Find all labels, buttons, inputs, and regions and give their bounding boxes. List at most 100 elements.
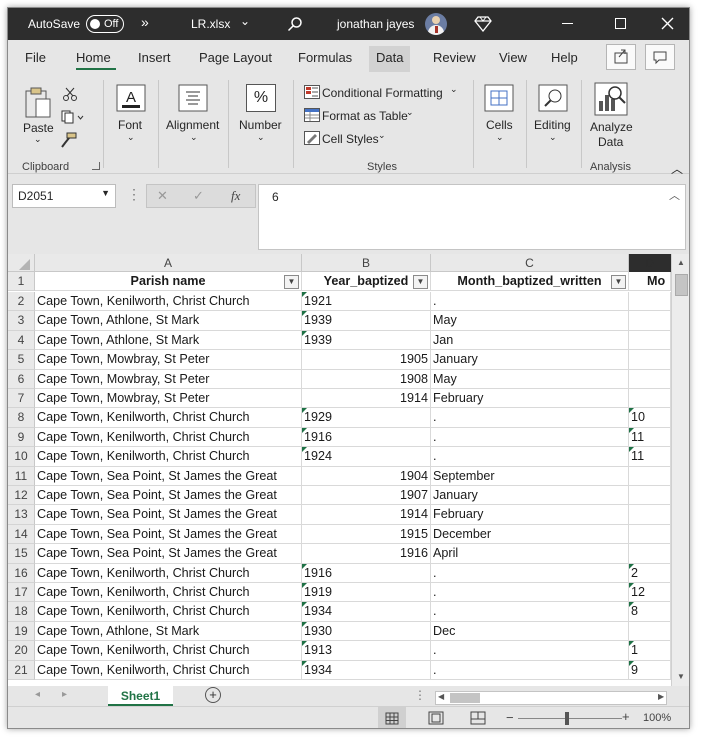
cells-button[interactable]: Cells bbox=[486, 118, 513, 132]
alignment-chevron-icon[interactable]: ⌄ bbox=[190, 132, 198, 143]
page-break-view-icon[interactable] bbox=[470, 711, 486, 725]
cell-b[interactable]: 1930 bbox=[302, 621, 431, 642]
header-cell-month[interactable]: Mo bbox=[629, 272, 671, 292]
cell-c[interactable]: . bbox=[431, 583, 629, 603]
cell-b[interactable]: 1915 bbox=[302, 524, 431, 545]
cell-c[interactable]: December bbox=[431, 524, 629, 545]
number-chevron-icon[interactable]: ⌄ bbox=[257, 132, 265, 143]
cut-icon[interactable] bbox=[63, 87, 77, 101]
row-header[interactable]: 7 bbox=[8, 389, 35, 409]
cell-c[interactable]: January bbox=[431, 486, 629, 506]
next-sheet-icon[interactable]: ▸ bbox=[62, 689, 67, 700]
cell-styles-button[interactable]: Cell Styles bbox=[322, 132, 379, 146]
cells-icon[interactable] bbox=[484, 84, 514, 112]
tab-data[interactable]: Data bbox=[369, 46, 411, 72]
zoom-out-button[interactable]: − bbox=[506, 710, 514, 725]
cell-b[interactable]: 1916 bbox=[302, 544, 431, 564]
qat-overflow-icon[interactable]: » bbox=[141, 14, 149, 30]
row-header[interactable]: 21 bbox=[8, 660, 35, 680]
cell-a[interactable]: Cape Town, Sea Point, St James the Great bbox=[35, 544, 302, 564]
tab-help[interactable]: Help bbox=[551, 50, 578, 65]
cell-c[interactable]: February bbox=[431, 505, 629, 525]
formula-input[interactable]: 6 ︿ bbox=[258, 184, 686, 250]
scroll-thumb[interactable] bbox=[675, 274, 688, 296]
row-header[interactable]: 1 bbox=[8, 272, 35, 292]
cell-d[interactable]: 2 bbox=[629, 563, 671, 583]
cell-b[interactable]: 1934 bbox=[302, 660, 431, 680]
more-sheets-icon[interactable]: ⋮ bbox=[414, 688, 426, 702]
cell-d[interactable] bbox=[629, 505, 671, 525]
cell-c[interactable]: April bbox=[431, 544, 629, 564]
cell-b[interactable]: 1921 bbox=[302, 292, 431, 312]
close-icon[interactable] bbox=[661, 17, 674, 30]
select-all-corner[interactable] bbox=[8, 254, 35, 272]
column-header-a[interactable]: A bbox=[35, 254, 302, 272]
row-header[interactable]: 15 bbox=[8, 544, 35, 564]
insert-function-icon[interactable]: fx bbox=[231, 188, 240, 204]
tab-page-layout[interactable]: Page Layout bbox=[199, 50, 272, 65]
tab-file[interactable]: File bbox=[25, 50, 46, 65]
filter-dropdown-icon[interactable]: ▼ bbox=[413, 275, 428, 289]
cell-c[interactable]: January bbox=[431, 350, 629, 370]
row-header[interactable]: 4 bbox=[8, 330, 35, 351]
cell-c[interactable]: Dec bbox=[431, 621, 629, 642]
cell-d[interactable] bbox=[629, 544, 671, 564]
fat-chevron-icon[interactable]: ⌄ bbox=[406, 107, 414, 118]
cell-d[interactable]: 9 bbox=[629, 660, 671, 680]
header-cell-parish[interactable]: Parish name ▼ bbox=[35, 272, 302, 292]
tab-view[interactable]: View bbox=[499, 50, 527, 65]
zoom-slider-thumb[interactable] bbox=[565, 712, 569, 725]
cell-a[interactable]: Cape Town, Athlone, St Mark bbox=[35, 621, 302, 642]
cell-c[interactable]: . bbox=[431, 641, 629, 661]
row-header[interactable]: 2 bbox=[8, 292, 35, 312]
cell-b[interactable]: 1929 bbox=[302, 408, 431, 428]
cell-d[interactable] bbox=[629, 389, 671, 409]
avatar[interactable] bbox=[425, 13, 447, 35]
column-header-d[interactable]: D bbox=[629, 254, 671, 272]
collapse-formula-icon[interactable]: ︿ bbox=[669, 187, 680, 203]
cancel-icon[interactable]: ✕ bbox=[157, 188, 168, 204]
cell-d[interactable] bbox=[629, 466, 671, 486]
enter-icon[interactable]: ✓ bbox=[193, 188, 204, 204]
copy-icon[interactable] bbox=[61, 110, 85, 124]
row-header[interactable]: 5 bbox=[8, 350, 35, 370]
user-name[interactable]: jonathan jayes bbox=[337, 17, 414, 31]
dialog-launcher-icon[interactable] bbox=[92, 162, 100, 170]
editing-icon[interactable] bbox=[538, 84, 568, 112]
editing-chevron-icon[interactable]: ⌄ bbox=[549, 132, 557, 143]
vertical-scrollbar[interactable]: ▲ ▼ bbox=[671, 254, 689, 686]
tab-review[interactable]: Review bbox=[433, 50, 476, 65]
zoom-in-button[interactable]: + bbox=[622, 709, 630, 724]
sheet-tab-sheet1[interactable]: Sheet1 bbox=[108, 686, 173, 706]
font-button[interactable]: Font bbox=[118, 118, 142, 132]
cell-a[interactable]: Cape Town, Athlone, St Mark bbox=[35, 330, 302, 351]
h-scroll-thumb[interactable] bbox=[450, 693, 480, 703]
zoom-level[interactable]: 100% bbox=[643, 712, 671, 724]
scroll-left-icon[interactable]: ◀ bbox=[438, 692, 444, 701]
cell-b[interactable]: 1916 bbox=[302, 427, 431, 448]
filter-dropdown-icon[interactable]: ▼ bbox=[284, 275, 299, 289]
tab-insert[interactable]: Insert bbox=[138, 50, 171, 65]
header-cell-year[interactable]: Year_baptized ▼ bbox=[302, 272, 431, 292]
row-header[interactable]: 6 bbox=[8, 369, 35, 389]
cell-a[interactable]: Cape Town, Kenilworth, Christ Church bbox=[35, 660, 302, 680]
prev-sheet-icon[interactable]: ◂ bbox=[35, 689, 40, 700]
cell-d[interactable]: 10 bbox=[629, 408, 671, 428]
file-name[interactable]: LR.xlsx bbox=[191, 17, 230, 31]
row-header[interactable]: 10 bbox=[8, 447, 35, 467]
cell-a[interactable]: Cape Town, Kenilworth, Christ Church bbox=[35, 408, 302, 428]
cell-a[interactable]: Cape Town, Athlone, St Mark bbox=[35, 311, 302, 331]
row-header[interactable]: 3 bbox=[8, 311, 35, 331]
name-box-dropdown-icon[interactable]: ▼ bbox=[101, 188, 110, 198]
format-as-table-button[interactable]: Format as Table bbox=[322, 109, 408, 123]
row-header[interactable]: 12 bbox=[8, 486, 35, 506]
cell-c[interactable]: . bbox=[431, 427, 629, 448]
cell-d[interactable] bbox=[629, 369, 671, 389]
cell-b[interactable]: 1934 bbox=[302, 602, 431, 622]
cell-b[interactable]: 1908 bbox=[302, 369, 431, 389]
column-header-b[interactable]: B bbox=[302, 254, 431, 272]
cell-d[interactable] bbox=[629, 524, 671, 545]
cell-c[interactable]: Jan bbox=[431, 330, 629, 351]
cell-styles-icon[interactable] bbox=[304, 131, 320, 145]
cell-b[interactable]: 1904 bbox=[302, 466, 431, 486]
